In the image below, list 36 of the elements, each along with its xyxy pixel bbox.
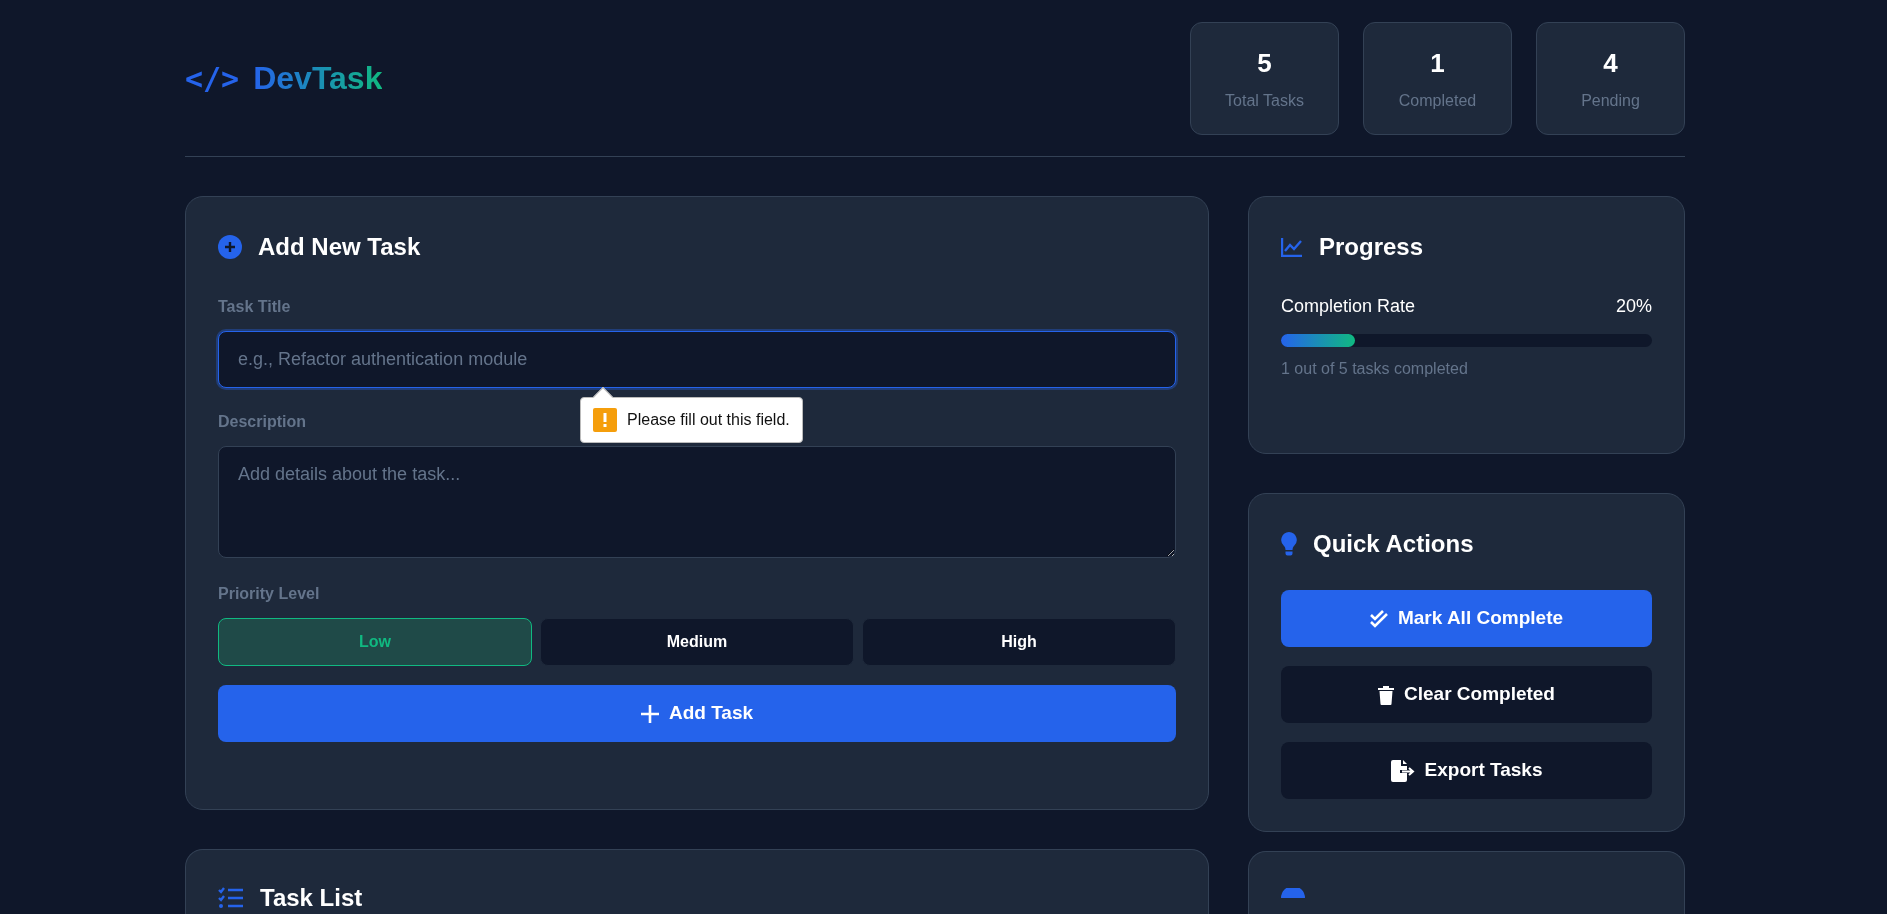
- line-chart-icon: [1281, 237, 1303, 257]
- trash-icon: [1378, 684, 1394, 705]
- checklist-icon: [218, 887, 244, 909]
- stat-value: 5: [1257, 46, 1272, 80]
- stat-label: Total Tasks: [1225, 90, 1304, 111]
- tooltip-text: Please fill out this field.: [627, 410, 790, 430]
- warning-icon: [593, 408, 617, 432]
- card-title: Progress: [1319, 232, 1424, 262]
- card-title: Add New Task: [258, 232, 421, 262]
- action-button[interactable]: Mark All Complete: [1281, 590, 1652, 647]
- field-label: Priority Level: [218, 584, 320, 604]
- file-export-icon: [1390, 759, 1415, 782]
- lightbulb-icon: [1281, 532, 1297, 556]
- priority-option[interactable]: High: [862, 618, 1176, 666]
- priority-option[interactable]: Low: [218, 618, 532, 666]
- plus-icon: [640, 704, 659, 723]
- input-field[interactable]: e.g., Refactor authentication module: [218, 331, 1176, 388]
- progress-summary: 1 out of 5 tasks completed: [1281, 359, 1469, 379]
- card-title: Task List: [260, 883, 363, 913]
- field-label: Task Title: [218, 297, 291, 317]
- double-check-icon: [1369, 609, 1388, 628]
- priority-option[interactable]: Medium: [540, 618, 854, 666]
- stat-label: Completed: [1398, 90, 1477, 111]
- stat-label: Pending: [1581, 90, 1640, 111]
- action-button[interactable]: Clear Completed: [1281, 666, 1652, 723]
- progress-label: Completion Rate: [1281, 295, 1416, 318]
- add-task-button[interactable]: Add Task: [218, 685, 1176, 742]
- text-area[interactable]: Add details about the task...: [218, 446, 1176, 558]
- card-title: Quick Actions: [1313, 529, 1474, 559]
- stat-value: 4: [1603, 46, 1618, 80]
- action-button[interactable]: Export Tasks: [1281, 742, 1652, 799]
- field-label: Description: [218, 412, 306, 432]
- stat-value: 1: [1430, 46, 1445, 80]
- add-icon: [218, 235, 242, 259]
- code-icon: </>: [185, 55, 240, 101]
- progress-reading: 20%: [1615, 295, 1652, 318]
